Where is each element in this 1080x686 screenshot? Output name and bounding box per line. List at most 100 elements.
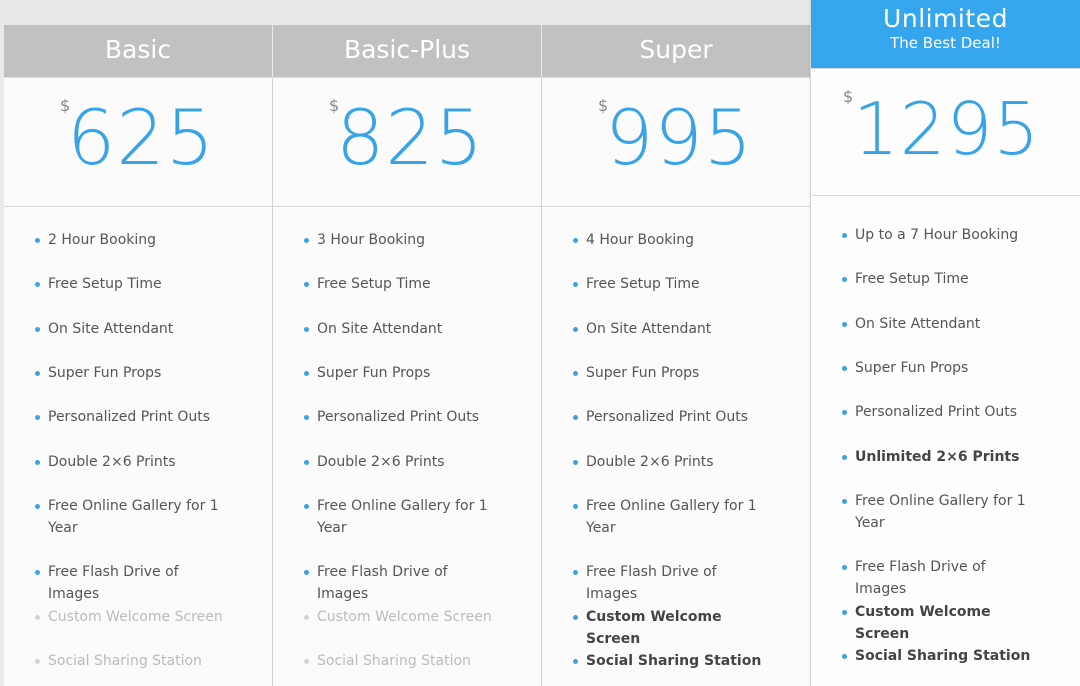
feature-item: On Site Attendant [542, 318, 810, 340]
bullet-icon [842, 565, 847, 570]
feature-text: Free Setup Time [586, 276, 700, 292]
bullet-icon [573, 659, 578, 664]
bullet-icon [573, 282, 578, 287]
feature-text: Free Flash Drive of Images [317, 564, 448, 602]
feature-item: Up to a 7 Hour Booking [811, 224, 1080, 246]
plan-title: Unlimited [883, 4, 1008, 33]
feature-text: Free Online Gallery for 1 Year [586, 498, 757, 536]
feature-item: Custom Welcome Screen [811, 601, 1080, 645]
feature-text: Free Online Gallery for 1 Year [855, 493, 1026, 531]
feature-item: Free Flash Drive of Images [4, 561, 272, 605]
feature-text: 3 Hour Booking [317, 232, 426, 248]
feature-item: Free Flash Drive of Images [811, 556, 1080, 600]
bullet-icon [842, 654, 847, 659]
bullet-icon [573, 371, 578, 376]
feature-text: Super Fun Props [317, 365, 431, 381]
feature-text: On Site Attendant [317, 321, 443, 337]
feature-item: Custom Welcome Screen [273, 606, 541, 628]
feature-text: Free Setup Time [855, 271, 969, 287]
plan-header: Basic [4, 25, 272, 77]
feature-item: Double 2×6 Prints [273, 451, 541, 473]
bullet-icon [573, 415, 578, 420]
feature-text: Free Setup Time [48, 276, 162, 292]
feature-item: Personalized Print Outs [4, 406, 272, 428]
bullet-icon [304, 460, 309, 465]
feature-item: Custom Welcome Screen [542, 606, 810, 650]
plan-title: Basic [104, 35, 172, 64]
plan-title: Super [639, 35, 713, 64]
bullet-icon [35, 460, 40, 465]
bullet-icon [35, 282, 40, 287]
bullet-icon [842, 322, 847, 327]
feature-text: Up to a 7 Hour Booking [855, 227, 1019, 243]
bullet-icon [35, 371, 40, 376]
feature-item: Free Online Gallery for 1 Year [811, 490, 1080, 534]
feature-item: On Site Attendant [273, 318, 541, 340]
feature-item: Unlimited 2×6 Prints [811, 446, 1080, 468]
feature-item: Super Fun Props [4, 362, 272, 384]
plan-card-basic-plus: Basic-Plus $ 825 3 Hour Booking Free Setu… [273, 25, 541, 686]
bullet-icon [842, 233, 847, 238]
bullet-icon [842, 610, 847, 615]
feature-text: On Site Attendant [48, 321, 174, 337]
price-amount: 995 [605, 93, 754, 182]
feature-item: Free Setup Time [811, 268, 1080, 290]
feature-item: Double 2×6 Prints [542, 451, 810, 473]
feature-item: Super Fun Props [542, 362, 810, 384]
feature-text: Super Fun Props [855, 360, 969, 376]
feature-item: Personalized Print Outs [811, 401, 1080, 423]
feature-item: Social Sharing Station [273, 650, 541, 672]
bullet-icon [35, 327, 40, 332]
feature-item: Personalized Print Outs [273, 406, 541, 428]
bullet-icon [842, 499, 847, 504]
feature-text: Personalized Print Outs [317, 409, 480, 425]
bullet-icon [304, 327, 309, 332]
bullet-icon [304, 282, 309, 287]
feature-item: Custom Welcome Screen [4, 606, 272, 628]
price-block: $ 995 [542, 77, 810, 207]
feature-item: 2 Hour Booking [4, 229, 272, 251]
feature-item: Double 2×6 Prints [4, 451, 272, 473]
column-divider [541, 77, 542, 686]
feature-text: Social Sharing Station [586, 653, 762, 669]
feature-item: 3 Hour Booking [273, 229, 541, 251]
bullet-icon [573, 504, 578, 509]
feature-text: Personalized Print Outs [855, 404, 1018, 420]
bullet-icon [304, 238, 309, 243]
feature-text: Free Online Gallery for 1 Year [317, 498, 488, 536]
bullet-icon [573, 615, 578, 620]
feature-item: On Site Attendant [811, 313, 1080, 335]
feature-text: Super Fun Props [48, 365, 162, 381]
feature-text: Custom Welcome Screen [317, 609, 492, 625]
feature-item: Free Setup Time [273, 273, 541, 295]
bullet-icon [35, 238, 40, 243]
price-amount: 625 [67, 93, 216, 182]
feature-text: Free Setup Time [317, 276, 431, 292]
bullet-icon [304, 659, 309, 664]
feature-item: Super Fun Props [273, 362, 541, 384]
bullet-icon [573, 570, 578, 575]
feature-text: Free Flash Drive of Images [855, 559, 986, 597]
price-amount: 825 [336, 93, 485, 182]
feature-text: Unlimited 2×6 Prints [855, 449, 1020, 465]
feature-text: Social Sharing Station [317, 653, 471, 669]
bullet-icon [35, 570, 40, 575]
feature-text: 4 Hour Booking [586, 232, 695, 248]
feature-item: Super Fun Props [811, 357, 1080, 379]
feature-item: On Site Attendant [4, 318, 272, 340]
plan-title: Basic-Plus [343, 35, 471, 64]
feature-text: Personalized Print Outs [586, 409, 749, 425]
plan-subtitle: The Best Deal! [890, 34, 1001, 52]
bullet-icon [35, 659, 40, 664]
feature-text: Super Fun Props [586, 365, 700, 381]
plan-header-featured: Unlimited The Best Deal! [811, 0, 1080, 68]
bullet-icon [573, 238, 578, 243]
feature-text: Social Sharing Station [48, 653, 202, 669]
price-amount: 1295 [853, 87, 1041, 171]
bullet-icon [573, 460, 578, 465]
bullet-icon [842, 455, 847, 460]
feature-text: 2 Hour Booking [48, 232, 157, 248]
bullet-icon [573, 327, 578, 332]
feature-item: Social Sharing Station [4, 650, 272, 672]
plan-card-unlimited: Unlimited The Best Deal! $ 1295 Up to a … [811, 0, 1080, 686]
